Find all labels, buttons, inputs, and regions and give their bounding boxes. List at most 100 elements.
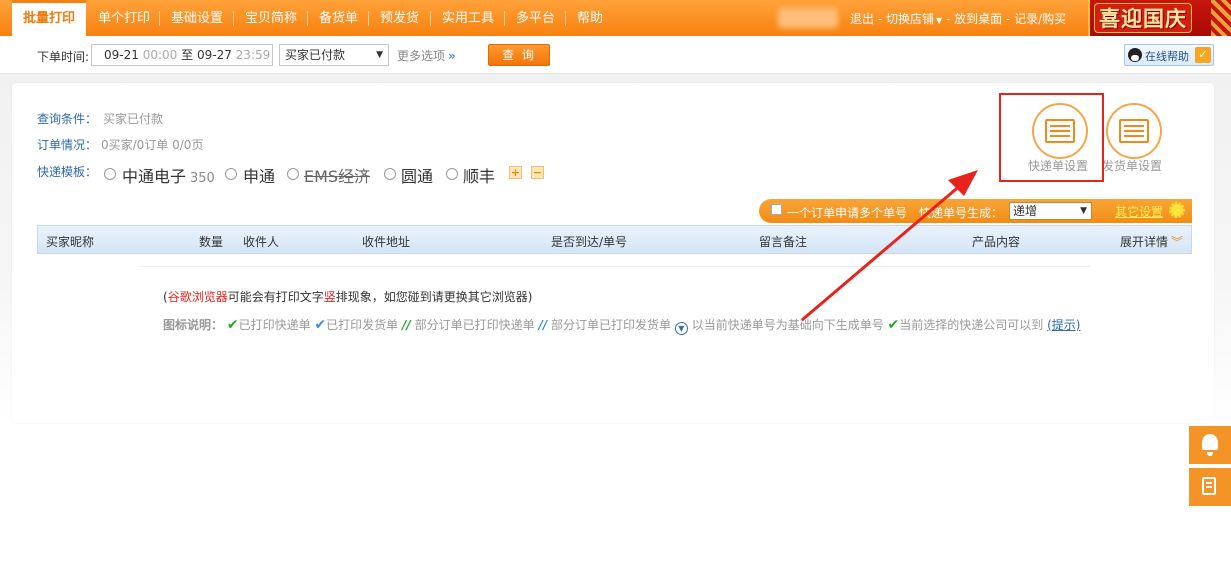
nav-item-alias[interactable]: 宝贝简称	[245, 0, 297, 36]
browser-warning-note: (谷歌浏览器可能会有打印文字竖排现象，如您碰到请更换其它浏览器)	[163, 290, 533, 304]
radio-template-shentong[interactable]	[225, 168, 237, 180]
nav-separator	[159, 11, 160, 26]
col-product: 产品内容	[972, 235, 1021, 249]
template-label-yuantong[interactable]: 圆通	[401, 163, 433, 187]
partial-blue-icon: //	[538, 318, 548, 332]
nav-multi-platform[interactable]: 多平台	[516, 0, 555, 36]
divider	[140, 266, 1090, 267]
online-help-button[interactable]: 在线帮助 ✓	[1124, 44, 1214, 66]
nav-separator	[504, 11, 505, 26]
check-green-icon: ✔	[887, 317, 900, 333]
number-generation-select[interactable]: 递增 ▼	[1009, 202, 1092, 220]
gear-icon[interactable]	[1169, 202, 1185, 218]
check-icon: ✓	[1195, 47, 1211, 63]
banner-decoration	[1211, 0, 1231, 36]
status-selected-value: 买家已付款	[285, 48, 346, 62]
multi-number-checkbox[interactable]	[771, 204, 782, 215]
partial-green-icon: //	[402, 318, 411, 332]
holiday-banner: 喜迎国庆	[1088, 0, 1231, 36]
template-label-ems[interactable]: EMS经济	[304, 163, 370, 187]
orders-table-header: 买家昵称 数量 收件人 收件地址 是否到达/单号 留言备注 产品内容 展开详情 ︾	[37, 225, 1192, 254]
order-status-label: 订单情况：	[37, 138, 98, 152]
legend-title: 图标说明：	[163, 318, 224, 332]
dropdown-arrow-icon: ▼	[376, 50, 383, 60]
print-options-bar: 一个订单申请多个单号 快递单号生成： 递增 ▼ 其它设置	[759, 199, 1192, 223]
col-quantity: 数量	[199, 235, 224, 249]
time-to: 23:59	[235, 48, 271, 62]
nav-separator	[307, 11, 308, 26]
order-time-label: 下单时间:	[37, 50, 90, 64]
template-label-shunfeng[interactable]: 顺丰	[463, 163, 495, 187]
records-link[interactable]: 记录/购买	[1014, 12, 1066, 26]
top-navigation-bar: 批量打印 单个打印 基础设置 宝贝简称 备货单 预发货 实用工具 多平台 帮助 …	[0, 0, 1231, 36]
more-options-label: 更多选项	[397, 49, 446, 63]
nav-pre-ship[interactable]: 预发货	[380, 0, 419, 36]
more-options-link[interactable]: 更多选项»	[397, 47, 456, 64]
blurred-username	[778, 8, 838, 28]
qq-icon	[1128, 48, 1142, 62]
double-chevron-down-icon: ︾	[1171, 235, 1184, 249]
col-remarks: 留言备注	[759, 235, 808, 249]
order-status-select[interactable]: 买家已付款 ▼	[279, 44, 389, 66]
radio-template-zhongtong[interactable]	[104, 168, 116, 180]
query-button[interactable]: 查 询	[488, 44, 550, 66]
query-condition-value: 买家已付款	[103, 112, 164, 126]
query-condition-label: 查询条件：	[37, 112, 98, 126]
circle-down-icon: ▼	[674, 322, 688, 335]
dropdown-arrow-icon: ▼	[1080, 206, 1087, 216]
time-from: 00:00	[142, 48, 178, 62]
bell-icon	[1202, 434, 1218, 456]
logout-link[interactable]: 退出	[850, 12, 874, 26]
edit-document-icon	[1202, 477, 1216, 495]
caret-down-icon: ▼	[936, 16, 943, 25]
remove-template-button[interactable]: −	[531, 166, 544, 179]
add-template-button[interactable]: +	[509, 166, 522, 179]
nav-basic-settings[interactable]: 基础设置	[171, 0, 223, 36]
multi-number-label: 一个订单申请多个单号	[787, 206, 908, 220]
top-right-links: 退出 - 切换店铺 ▼ - 放到桌面 - 记录/购买	[850, 12, 1067, 26]
radio-template-ems[interactable]	[287, 168, 299, 180]
check-green-icon: ✔	[226, 317, 239, 333]
radio-template-yuantong[interactable]	[384, 168, 396, 180]
highlight-box	[999, 93, 1104, 182]
search-bar: 下单时间: 09-21 00:00 至 09-27 23:59 买家已付款 ▼ …	[0, 36, 1231, 74]
nav-tools[interactable]: 实用工具	[442, 0, 494, 36]
template-label-zhongtong[interactable]: 中通电子 350	[122, 163, 215, 187]
number-generation-value: 递增	[1013, 204, 1038, 218]
online-help-label: 在线帮助	[1145, 50, 1189, 63]
nav-separator	[565, 11, 566, 26]
check-blue-icon: ✔	[314, 317, 327, 333]
nav-stock-list[interactable]: 备货单	[319, 0, 358, 36]
date-from: 09-21	[104, 48, 139, 62]
notification-bell-button[interactable]	[1189, 426, 1231, 464]
col-arrival-tracking: 是否到达/单号	[551, 235, 628, 249]
nav-separator	[430, 11, 431, 26]
express-template-label: 快递模板：	[37, 165, 98, 179]
desktop-link[interactable]: 放到桌面	[954, 12, 1002, 26]
icon-legend: 图标说明： ✔已打印快递单 ✔已打印发货单 // 部分订单已打印快递单 // 部…	[163, 317, 1081, 335]
banner-text: 喜迎国庆	[1094, 3, 1192, 33]
other-settings-link[interactable]: 其它设置	[1115, 203, 1163, 220]
invoice-settings-icon[interactable]	[1106, 103, 1162, 159]
col-recipient: 收件人	[243, 235, 280, 249]
template-label-shentong[interactable]: 申通	[243, 163, 275, 187]
date-range-to: 至	[181, 48, 194, 62]
nav-single-print[interactable]: 单个打印	[98, 0, 150, 36]
expand-details-toggle[interactable]: 展开详情 ︾	[1120, 233, 1183, 250]
nav-separator	[368, 11, 369, 26]
date-range-input[interactable]: 09-21 00:00 至 09-27 23:59	[91, 44, 273, 66]
number-generation-label: 快递单号生成：	[919, 206, 1004, 220]
order-status-value: 0买家/0订单 0/0页	[101, 138, 204, 152]
nav-separator	[233, 11, 234, 26]
invoice-settings-label[interactable]: 发货单设置	[1102, 157, 1162, 174]
switch-store-link[interactable]: 切换店铺	[886, 12, 934, 26]
tip-link[interactable]: (提示)	[1047, 318, 1080, 332]
date-to: 09-27	[196, 48, 232, 62]
col-buyer-nick: 买家昵称	[46, 235, 95, 249]
radio-template-shunfeng[interactable]	[446, 168, 458, 180]
col-address: 收件地址	[362, 235, 411, 249]
feedback-edit-button[interactable]	[1189, 468, 1231, 506]
nav-batch-print[interactable]: 批量打印	[12, 0, 86, 36]
nav-help[interactable]: 帮助	[577, 0, 603, 36]
double-chevron-icon: »	[448, 49, 456, 63]
